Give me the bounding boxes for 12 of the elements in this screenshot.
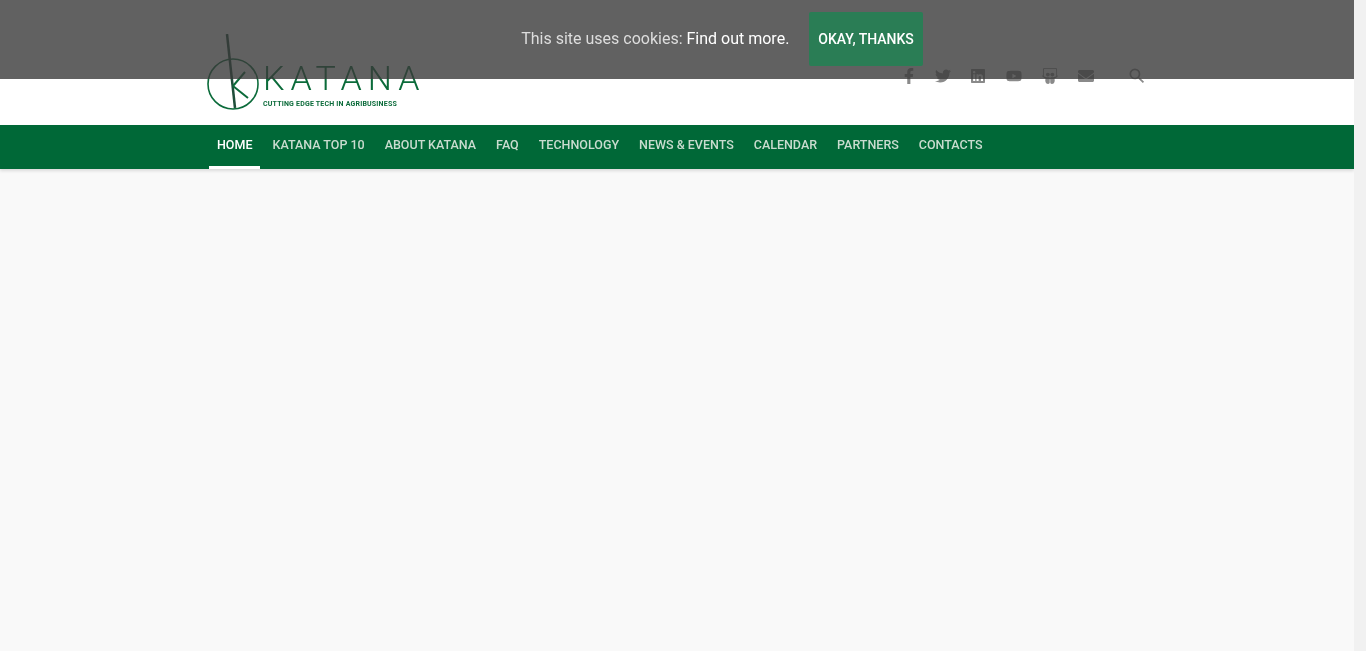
nav-tab[interactable]: CALENDAR — [745, 125, 826, 169]
okay-thanks-button[interactable]: OKAY, THANKS — [809, 12, 923, 66]
find-out-more-link[interactable]: Find out more. — [686, 29, 790, 48]
nav-tab[interactable]: FAQ — [488, 125, 527, 169]
nav-tab[interactable]: PARTNERS — [829, 125, 907, 169]
nav-tab[interactable]: TECHNOLOGY — [530, 125, 628, 169]
nav-tab[interactable]: ABOUT KATANA — [376, 125, 485, 169]
nav-tab[interactable]: HOME — [209, 125, 261, 169]
nav-tab[interactable]: CONTACTS — [910, 125, 991, 169]
nav-tab[interactable]: KATANA TOP 10 — [264, 125, 373, 169]
cookie-message: This site uses cookies: Find out more. — [521, 28, 790, 50]
nav-tab[interactable]: NEWS & EVENTS — [631, 125, 742, 169]
